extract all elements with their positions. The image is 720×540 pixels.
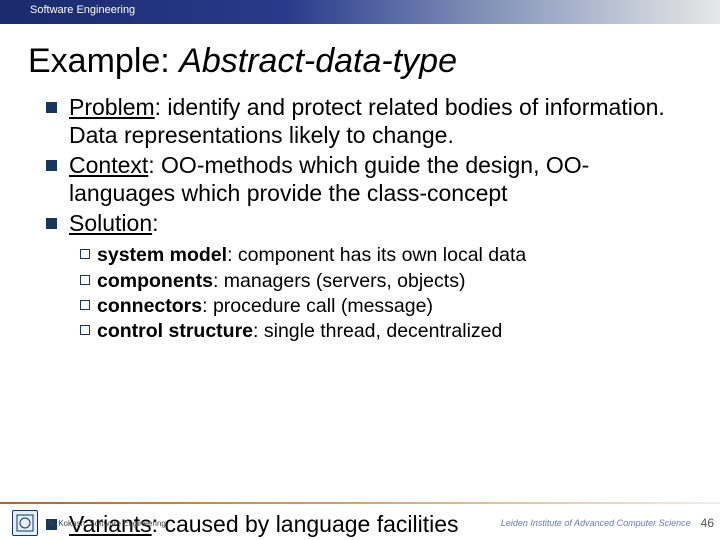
hollow-square-icon bbox=[80, 300, 90, 310]
sub-bullet-connectors: connectors: procedure call (message) bbox=[80, 294, 692, 318]
sub-bullet-system: system model: component has its own loca… bbox=[80, 243, 692, 267]
footer-institute: Leiden Institute of Advanced Computer Sc… bbox=[501, 518, 691, 528]
bullet-text: Problem: identify and protect related bo… bbox=[69, 93, 692, 149]
footer-left: N. Kokash, Software Engineering bbox=[12, 510, 166, 536]
sub-bullet-components: components: managers (servers, objects) bbox=[80, 269, 692, 293]
hollow-square-icon bbox=[80, 325, 90, 335]
hollow-square-icon bbox=[80, 275, 90, 285]
sub-body: : single thread, decentralized bbox=[253, 320, 502, 342]
bullet-solution: Solution: bbox=[46, 209, 692, 237]
footer-bar: N. Kokash, Software Engineering Leiden I… bbox=[0, 506, 720, 540]
slide-title: Example: Abstract-data-type bbox=[0, 24, 720, 89]
university-logo-icon bbox=[12, 510, 38, 536]
sub-body: : procedure call (message) bbox=[202, 295, 433, 317]
footer-divider bbox=[0, 502, 720, 504]
sub-bullet-control: control structure: single thread, decent… bbox=[80, 319, 692, 343]
bullet-label: Solution bbox=[69, 210, 152, 236]
square-bullet-icon bbox=[46, 102, 57, 113]
square-bullet-icon bbox=[46, 160, 57, 171]
bullet-problem: Problem: identify and protect related bo… bbox=[46, 93, 692, 149]
sub-text: control structure: single thread, decent… bbox=[97, 319, 502, 343]
title-emphasis: Abstract-data-type bbox=[179, 42, 457, 80]
title-prefix: Example: bbox=[28, 42, 179, 80]
footer-right: Leiden Institute of Advanced Computer Sc… bbox=[501, 516, 714, 530]
slide-body: Problem: identify and protect related bo… bbox=[0, 89, 720, 500]
sub-body: : managers (servers, objects) bbox=[213, 270, 466, 292]
course-name: Software Engineering bbox=[30, 4, 135, 16]
footer-author: N. Kokash, Software Engineering bbox=[48, 519, 166, 528]
page-number: 46 bbox=[701, 516, 714, 530]
bullet-text: Context: OO-methods which guide the desi… bbox=[69, 151, 692, 207]
bullet-label: Problem bbox=[69, 94, 155, 120]
header-bar: Software Engineering bbox=[0, 0, 720, 24]
sub-bold: connectors bbox=[97, 295, 202, 317]
sub-text: connectors: procedure call (message) bbox=[97, 294, 433, 318]
square-bullet-icon bbox=[46, 218, 57, 229]
bullet-context: Context: OO-methods which guide the desi… bbox=[46, 151, 692, 207]
bullet-body: : identify and protect related bodies of… bbox=[69, 94, 665, 148]
slide: Software Engineering Example: Abstract-d… bbox=[0, 0, 720, 540]
bullet-label: Context bbox=[69, 152, 148, 178]
sub-text: system model: component has its own loca… bbox=[97, 243, 526, 267]
sub-bold: components bbox=[97, 270, 213, 292]
bullet-text: Solution: bbox=[69, 209, 159, 237]
sub-body: : component has its own local data bbox=[227, 244, 526, 266]
hollow-square-icon bbox=[80, 249, 90, 259]
sub-text: components: managers (servers, objects) bbox=[97, 269, 465, 293]
sub-bold: system model bbox=[97, 244, 227, 266]
sub-bold: control structure bbox=[97, 320, 253, 342]
sub-bullets: system model: component has its own loca… bbox=[46, 243, 692, 344]
bullet-body: : OO-methods which guide the design, OO-… bbox=[69, 152, 589, 206]
footer: N. Kokash, Software Engineering Leiden I… bbox=[0, 502, 720, 540]
bullet-body: : bbox=[152, 210, 158, 236]
